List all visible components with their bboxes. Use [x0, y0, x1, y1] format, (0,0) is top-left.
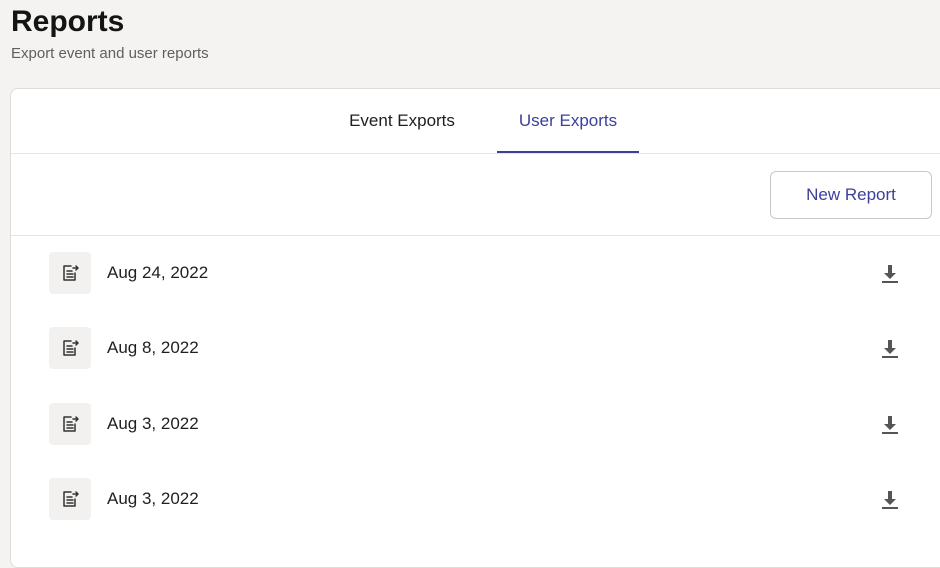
download-icon[interactable] [877, 412, 903, 438]
reports-card: Event Exports User Exports New Report Au… [10, 88, 940, 568]
file-export-icon [49, 403, 91, 445]
file-export-icon [49, 252, 91, 294]
tab-bar: Event Exports User Exports [11, 89, 940, 154]
page-subtitle: Export event and user reports [11, 45, 209, 62]
file-export-icon [49, 327, 91, 369]
report-date: Aug 3, 2022 [107, 489, 199, 508]
page-title: Reports [11, 5, 125, 38]
report-date: Aug 24, 2022 [107, 263, 209, 282]
list-item: Aug 3, 2022 [11, 387, 940, 462]
tab-event-exports[interactable]: Event Exports [327, 89, 477, 153]
list-item: Aug 8, 2022 [11, 311, 940, 386]
active-tab-indicator [497, 151, 639, 153]
download-icon[interactable] [877, 487, 903, 513]
file-export-icon [49, 478, 91, 520]
download-icon[interactable] [877, 261, 903, 287]
tab-label: User Exports [518, 111, 618, 130]
tab-label: Event Exports [349, 111, 455, 130]
new-report-button[interactable]: New Report [770, 171, 932, 219]
list-item: Aug 24, 2022 [11, 236, 940, 311]
tab-user-exports[interactable]: User Exports [497, 89, 639, 153]
download-icon[interactable] [877, 336, 903, 362]
list-item: Aug 3, 2022 [11, 462, 940, 537]
page-header: Reports Export event and user reports [11, 4, 209, 64]
report-date: Aug 3, 2022 [107, 414, 199, 433]
report-date: Aug 8, 2022 [107, 338, 199, 357]
toolbar: New Report [11, 154, 940, 236]
